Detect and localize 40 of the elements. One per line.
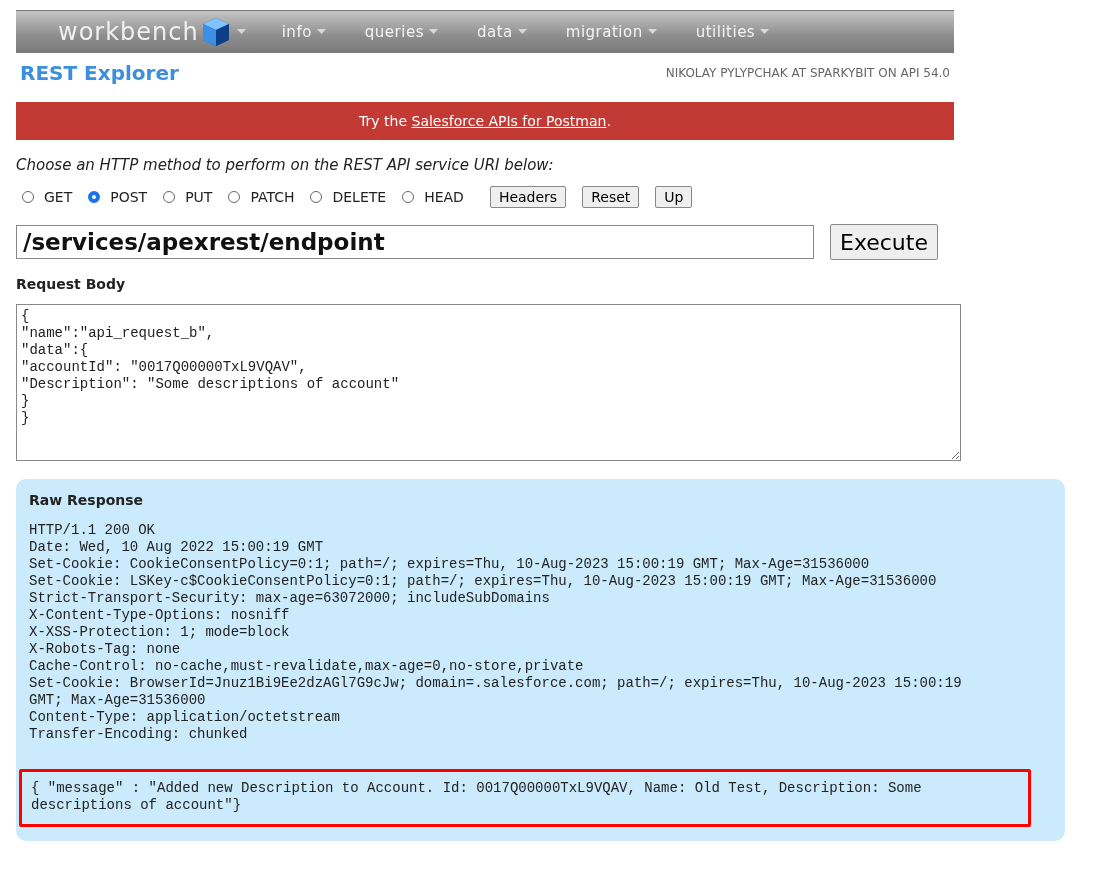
response-header-line: Strict-Transport-Security: max-age=63072000; includeSubDomains: [29, 590, 551, 607]
response-title: Raw Response: [29, 492, 145, 508]
response-header-line: Cache-Control: no-cache,must-revalidate,max-age=0,no-store,private: [29, 658, 585, 675]
response-header-line: Date: Wed, 10 Aug 2022 15:00:19 GMT: [29, 539, 325, 556]
postman-link[interactable]: Salesforce APIs for Postman: [411, 113, 607, 129]
response-body-line: { "message" : "Added new Description to Account. Id: 0017Q00000TxL9VQAV, Name: Old Test, Description: Some: [31, 780, 923, 797]
response-header-line: Transfer-Encoding: chunked: [29, 726, 249, 743]
response-header-line: X-Content-Type-Options: nosniff: [29, 607, 291, 624]
response-header-line: Set-Cookie: CookieConsentPolicy=0:1; path=/; expires=Thu, 10-Aug-2023 15:00:19 GMT; Max-Age=31536000: [29, 556, 871, 573]
response-header-line: X-XSS-Protection: 1; mode=block: [29, 624, 291, 641]
method-radio[interactable]: HEAD: [402, 189, 464, 205]
uri-field[interactable]: /services/apexrest/endpoint: [16, 225, 814, 259]
method-radio[interactable]: PATCH: [228, 189, 295, 205]
banner-text: Try the Salesforce APIs for Postman.: [359, 113, 611, 129]
user-info: NIKOLAY PYLYPCHAK AT SPARKYBIT ON API 54.0: [665, 66, 950, 80]
caret-icon: [429, 29, 438, 35]
caret-icon: [316, 29, 326, 35]
response-body-line: descriptions of account"}: [31, 797, 243, 814]
method-radio[interactable]: PUT: [163, 189, 213, 205]
page-title: REST Explorer: [20, 61, 179, 85]
caret-icon: [647, 29, 657, 35]
response-header-line: HTTP/1.1 200 OK: [29, 522, 157, 539]
caret-icon: [760, 29, 770, 35]
toolbar-button[interactable]: Up: [655, 186, 693, 208]
response-header-line: GMT; Max-Age=31536000: [29, 692, 207, 709]
request-body-field[interactable]: { "name":"api_request_b", "data":{ "accountId": "0017Q00000TxL9VQAV", "Description": "Some descriptions of account" } }: [16, 304, 961, 461]
method-radio[interactable]: POST: [88, 189, 148, 205]
response-header-line: Content-Type: application/octetstream: [29, 709, 341, 726]
response-header-line: Set-Cookie: LSKey-c$CookieConsentPolicy=0:1; path=/; expires=Thu, 10-Aug-2023 15:00:19 GMT; Max-Age=31536000: [29, 573, 938, 590]
instructions: Choose an HTTP method to perform on the REST API service URI below:: [16, 156, 555, 174]
request-body-label: Request Body: [16, 276, 127, 292]
method-radio[interactable]: GET: [22, 189, 73, 205]
caret-icon: [517, 29, 527, 35]
caret-icon: [236, 29, 246, 35]
toolbar-button[interactable]: Headers: [489, 186, 567, 208]
method-radio[interactable]: DELETE: [310, 189, 387, 205]
response-header-line: Set-Cookie: BrowserId=Jnuz1Bi9Ee2dzAGl7G9cJw; domain=.salesforce.com; path=/; expires=Thu, 10-Aug-2023 15:00:19: [29, 675, 963, 692]
execute-button[interactable]: Execute: [830, 224, 938, 260]
response-header-line: X-Robots-Tag: none: [29, 641, 182, 658]
toolbar-button[interactable]: Reset: [582, 186, 640, 208]
